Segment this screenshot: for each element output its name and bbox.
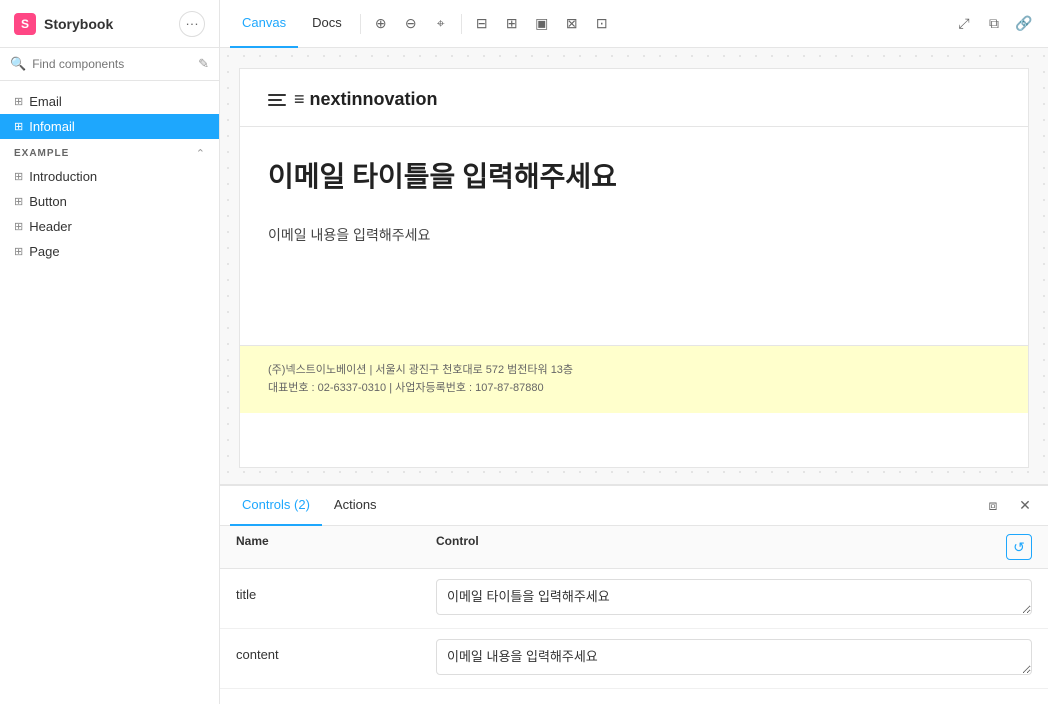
sidebar-section-example[interactable]: EXAMPLE ⌃ [0,139,219,164]
nav-box-icon-pg: ⊞ [14,245,23,258]
email-header: ≡ nextinnovation [240,69,1028,127]
close-icon: ✕ [1019,497,1031,514]
zoom-reset-icon: ⌖ [437,15,445,32]
toolbar-right: ⤢ ⧉ 🔗 [950,10,1038,38]
tab-actions[interactable]: Actions [322,486,389,526]
tab-docs[interactable]: Docs [300,0,354,48]
nav-box-icon-intro: ⊞ [14,170,23,183]
link-button[interactable]: 🔗 [1010,10,1038,38]
controls-header: Name Control ↺ [220,526,1048,569]
sidebar-search-bar: 🔍 ✎ [0,48,219,81]
sidebar-item-button[interactable]: ⊞ Button [0,189,219,214]
sidebar-item-email-label: Email [29,94,62,109]
controls-col-control: Control [436,534,1006,560]
controls-row-content: content [220,629,1048,689]
tab-controls[interactable]: Controls (2) [230,486,322,526]
view-grid-button[interactable]: ⊟ [468,10,496,38]
ellipsis-icon: ··· [185,16,198,31]
sidebar-item-header[interactable]: ⊞ Header [0,214,219,239]
fullscreen-button[interactable]: ⤢ [950,10,978,38]
bottom-panel-tabs: Controls (2) Actions ⧈ ✕ [220,486,1048,526]
grid-icon: ⊟ [476,15,488,32]
search-icon: 🔍 [10,56,26,72]
columns-icon: ⊞ [506,15,518,32]
footer-line2: 대표번호 : 02-6337-0310 | 사업자등록번호 : 107-87-8… [268,380,1000,398]
split-icon: ⧈ [989,497,998,514]
sidebar-item-page[interactable]: ⊞ Page [0,239,219,264]
tab-canvas[interactable]: Canvas [230,0,298,48]
sidebar: S Storybook ··· 🔍 ✎ ⊞ Email [0,0,220,704]
content-textarea[interactable] [436,639,1032,675]
view-wrap-button[interactable]: ⊠ [558,10,586,38]
control-name-content: content [236,639,436,662]
fullscreen-icon: ⤢ [958,15,969,32]
sidebar-section-label: EXAMPLE [14,148,69,159]
single-icon: ▣ [535,15,548,32]
control-value-content [436,639,1032,678]
email-content-section: 이메일 내용을 입력해주세요 [240,215,1028,345]
reset-icon: ↺ [1013,539,1025,556]
nav-box-icon-hdr: ⊞ [14,220,23,233]
close-panel-button[interactable]: ✕ [1012,493,1038,519]
footer-line1: (주)넥스트이노베이션 | 서울시 광진구 천호대로 572 범전타워 13층 [268,362,1000,380]
sidebar-item-button-label: Button [29,194,67,209]
sidebar-nav: ⊞ Email ⊞ Infomail EXAMPLE ⌃ ⊞ Introduct… [0,81,219,704]
wrap-icon: ⊠ [566,15,578,32]
sidebar-item-infomail[interactable]: ⊞ Infomail [0,114,219,139]
view-single-button[interactable]: ▣ [528,10,556,38]
zoom-reset-button[interactable]: ⌖ [427,10,455,38]
sidebar-item-page-label: Page [29,244,59,259]
sidebar-item-introduction-label: Introduction [29,169,97,184]
chevron-icon: ⌃ [196,147,205,160]
brand-name: ≡ nextinnovation [294,89,438,110]
controls-col-name: Name [236,534,436,560]
control-value-title [436,579,1032,618]
split-panel-button[interactable]: ⧈ [980,493,1006,519]
toolbar: Canvas Docs ⊕ ⊖ ⌖ ⊟ ⊞ ▣ ⊠ ⊡ ⤢ ⧉ [220,0,1048,48]
sidebar-item-email[interactable]: ⊞ Email [0,89,219,114]
brand-lines-icon [268,94,286,106]
zoom-in-icon: ⊕ [375,15,387,32]
view-columns-button[interactable]: ⊞ [498,10,526,38]
fill-icon: ⊡ [596,15,608,32]
email-title: 이메일 타이틀을 입력해주세요 [268,155,1000,195]
email-content: 이메일 내용을 입력해주세요 [268,225,1000,245]
email-footer: (주)넥스트이노베이션 | 서울시 광진구 천호대로 572 범전타워 13층 … [240,345,1028,413]
nav-box-icon-active: ⊞ [14,120,23,133]
bottom-panel: Controls (2) Actions ⧈ ✕ [220,484,1048,704]
bottom-tab-actions: ⧈ ✕ [980,493,1038,519]
app-title: Storybook [44,16,113,32]
controls-row-title: title [220,569,1048,629]
toolbar-divider [360,14,361,34]
email-title-section: 이메일 타이틀을 입력해주세요 [240,127,1028,215]
control-name-title: title [236,579,436,602]
canvas-area: ≡ nextinnovation 이메일 타이틀을 입력해주세요 이메일 내용을… [220,48,1048,484]
search-input[interactable] [32,57,192,71]
main-area: Canvas Docs ⊕ ⊖ ⌖ ⊟ ⊞ ▣ ⊠ ⊡ ⤢ ⧉ [220,0,1048,704]
sidebar-item-infomail-label: Infomail [29,119,75,134]
view-fill-button[interactable]: ⊡ [588,10,616,38]
email-brand: ≡ nextinnovation [268,89,1000,110]
sidebar-menu-button[interactable]: ··· [179,11,205,37]
sidebar-logo: S Storybook ··· [0,0,219,48]
toolbar-divider-2 [461,14,462,34]
storybook-logo-icon: S [14,13,36,35]
zoom-in-button[interactable]: ⊕ [367,10,395,38]
edit-icon[interactable]: ✎ [198,56,209,72]
new-tab-button[interactable]: ⧉ [980,10,1008,38]
controls-table: Name Control ↺ title [220,526,1048,704]
title-textarea[interactable] [436,579,1032,615]
nav-box-icon: ⊞ [14,95,23,108]
zoom-out-icon: ⊖ [405,15,417,32]
canvas-frame: ≡ nextinnovation 이메일 타이틀을 입력해주세요 이메일 내용을… [239,68,1029,468]
link-icon: 🔗 [1015,15,1032,32]
nav-box-icon-btn: ⊞ [14,195,23,208]
zoom-out-button[interactable]: ⊖ [397,10,425,38]
sidebar-item-header-label: Header [29,219,72,234]
sidebar-item-introduction[interactable]: ⊞ Introduction [0,164,219,189]
new-tab-icon: ⧉ [989,15,999,32]
controls-reset-button[interactable]: ↺ [1006,534,1032,560]
